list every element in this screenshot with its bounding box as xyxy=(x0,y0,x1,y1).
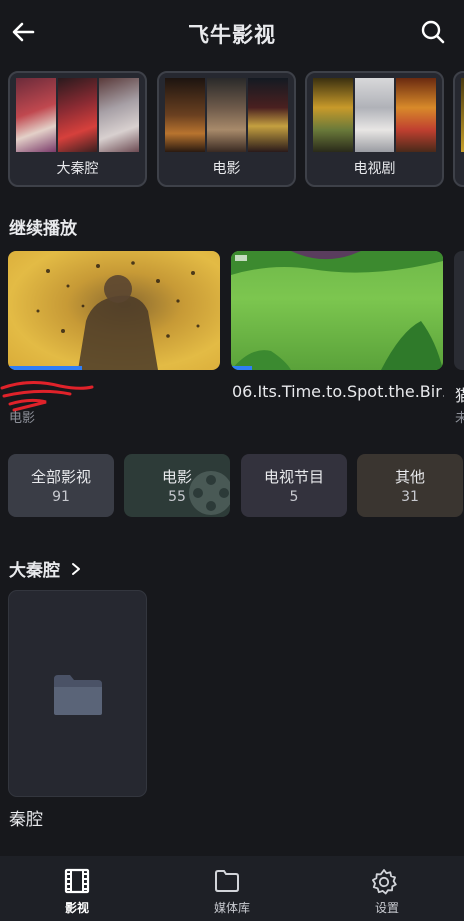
progress-bar xyxy=(8,366,83,370)
nav-label: 影视 xyxy=(64,901,89,915)
category-all[interactable]: 全部影视 91 xyxy=(8,454,114,517)
section-title: 大秦腔 xyxy=(9,561,60,581)
library-thumbnails xyxy=(165,78,289,152)
continue-item-subtitle: 未 xyxy=(455,411,464,426)
continue-item-title: 猫 xyxy=(455,386,464,405)
category-count: 5 xyxy=(289,489,299,505)
library-label: 电影 xyxy=(212,161,241,177)
library-label: 电视剧 xyxy=(353,161,396,177)
category-label: 全部影视 xyxy=(30,468,91,486)
continue-card-2[interactable] xyxy=(231,251,443,370)
top-bar: 飞牛影视 xyxy=(0,0,464,66)
category-count: 55 xyxy=(168,489,186,505)
library-row: 大秦腔 电影 电视剧 xyxy=(8,71,464,189)
nav-label: 设置 xyxy=(374,901,399,915)
category-label: 电影 xyxy=(161,468,192,486)
app-root: 飞牛影视 大秦腔 电影 电视剧 继续播放 电影 06.Its.Time.to.S… xyxy=(0,0,464,921)
category-count: 91 xyxy=(52,489,70,505)
folder-outline-icon xyxy=(215,870,239,892)
progress-bar xyxy=(231,366,253,370)
search-button[interactable] xyxy=(420,19,446,45)
nav-item-settings[interactable]: 设置 xyxy=(310,856,464,921)
gear-icon xyxy=(372,869,397,895)
category-label: 电视节目 xyxy=(263,468,324,486)
section-header[interactable]: 大秦腔 xyxy=(9,556,84,581)
nav-label: 媒体库 xyxy=(213,901,250,915)
continue-item-title: 06.Its.Time.to.Spot.the.Bir… xyxy=(232,382,444,401)
library-thumbnails xyxy=(313,78,437,152)
folder-name: 秦腔 xyxy=(9,810,43,830)
library-thumbnails xyxy=(16,78,140,152)
page-title: 飞牛影视 xyxy=(188,23,276,47)
library-label: 大秦腔 xyxy=(56,161,99,177)
continue-item-subtitle: 电影 xyxy=(9,411,36,426)
film-icon xyxy=(64,868,90,894)
thumbnail-scene xyxy=(231,251,443,370)
library-card-daqinqiang[interactable]: 大秦腔 xyxy=(8,71,147,187)
library-card-partial[interactable] xyxy=(453,71,464,187)
category-count: 31 xyxy=(401,489,419,505)
category-other[interactable]: 其他 31 xyxy=(357,454,463,517)
bottom-nav: 影视 媒体库 设置 xyxy=(0,856,464,921)
folder-icon xyxy=(54,675,102,715)
continue-watching-title: 继续播放 xyxy=(9,219,77,239)
nav-item-library[interactable]: 媒体库 xyxy=(155,856,309,921)
thumbnail-figure xyxy=(36,261,200,370)
search-icon xyxy=(421,20,445,44)
library-card-movies[interactable]: 电影 xyxy=(157,71,296,187)
category-tv[interactable]: 电视节目 5 xyxy=(241,454,347,517)
chevron-right-icon xyxy=(72,562,80,575)
folder-card[interactable] xyxy=(8,590,147,797)
library-card-tv[interactable]: 电视剧 xyxy=(305,71,444,187)
continue-card-1[interactable] xyxy=(8,251,220,370)
nav-item-movies[interactable]: 影视 xyxy=(0,856,154,921)
category-movies[interactable]: 电影 55 xyxy=(124,454,230,517)
category-label: 其他 xyxy=(394,468,425,486)
continue-card-3[interactable] xyxy=(454,251,464,370)
